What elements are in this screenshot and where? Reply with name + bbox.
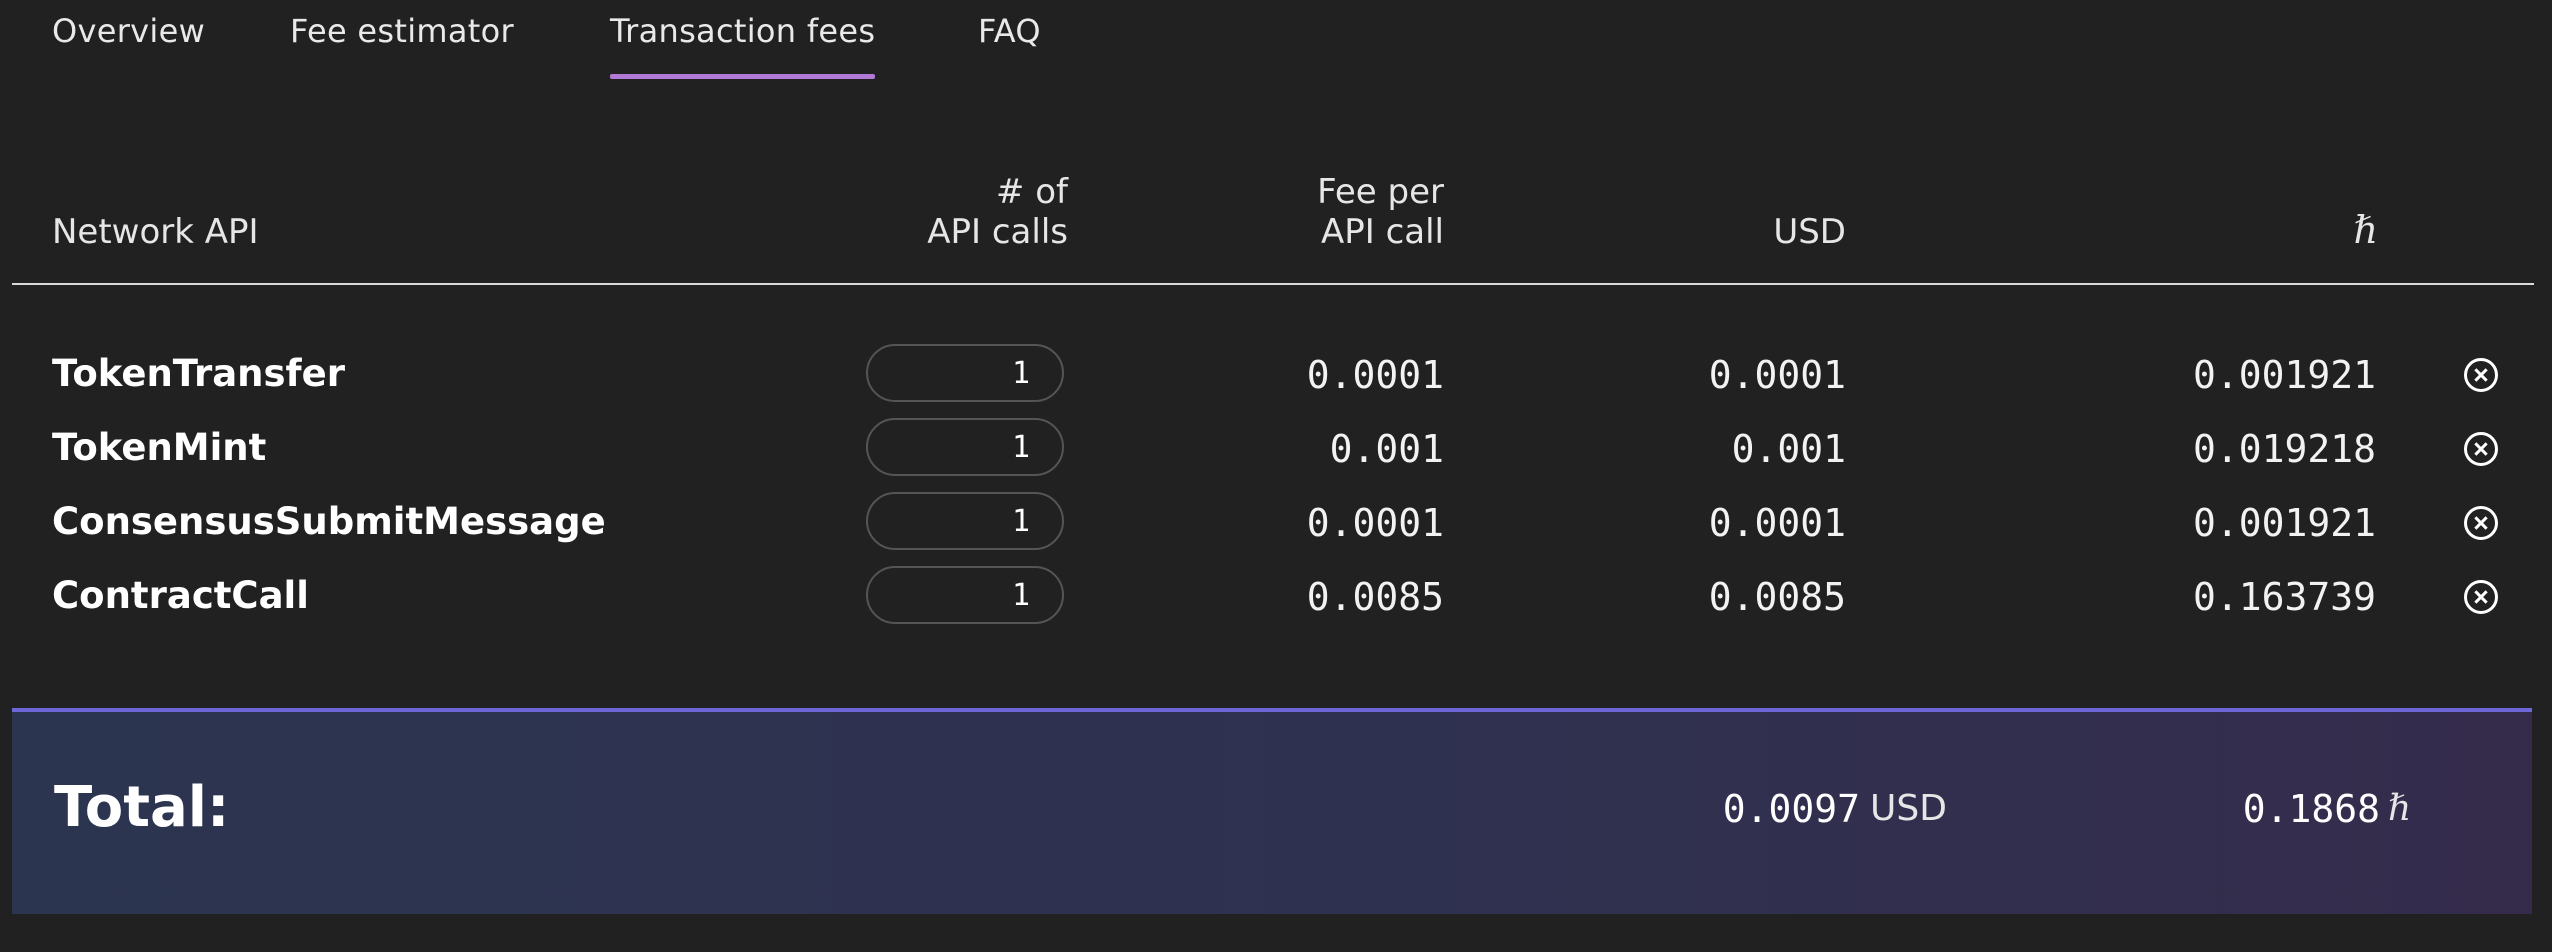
tab-fee-estimator[interactable]: Fee estimator	[290, 12, 514, 50]
hbar-value: 0.001921	[2192, 353, 2376, 397]
total-usd-unit: USD	[1870, 788, 1947, 829]
header-usd: USD	[1773, 212, 1846, 252]
api-name: ContractCall	[52, 574, 309, 617]
table-row: TokenTransfer 0.0001 0.0001 0.001921	[0, 344, 2552, 418]
total-label: Total:	[54, 775, 230, 840]
tab-faq[interactable]: FAQ	[978, 12, 1041, 50]
hbar-value: 0.001921	[2192, 501, 2376, 545]
tab-bar: Overview Fee estimator Transaction fees …	[0, 0, 2552, 90]
header-hbar: ℏ	[2353, 208, 2378, 252]
header-calls-line1: # of	[995, 172, 1068, 212]
tab-overview[interactable]: Overview	[52, 12, 205, 50]
transaction-fees-page: Overview Fee estimator Transaction fees …	[0, 0, 2552, 952]
total-panel: Total: 0.0097 USD 0.1868 ℏ	[12, 708, 2532, 914]
api-name: ConsensusSubmitMessage	[52, 500, 606, 543]
header-calls-line2: API calls	[927, 212, 1068, 252]
fee-per-call: 0.0001	[1306, 353, 1444, 397]
fee-per-call: 0.001	[1329, 427, 1444, 471]
usd-value: 0.001	[1731, 427, 1846, 471]
table-row: ConsensusSubmitMessage 0.0001 0.0001 0.0…	[0, 492, 2552, 566]
remove-row-icon[interactable]	[2464, 580, 2498, 614]
remove-row-icon[interactable]	[2464, 506, 2498, 540]
remove-row-icon[interactable]	[2464, 358, 2498, 392]
calls-input[interactable]	[866, 492, 1064, 550]
total-hbar-unit: ℏ	[2388, 788, 2412, 829]
fee-per-call: 0.0001	[1306, 501, 1444, 545]
table-row: TokenMint 0.001 0.001 0.019218	[0, 418, 2552, 492]
header-network-api: Network API	[52, 212, 259, 252]
api-name: TokenMint	[52, 426, 267, 469]
hbar-value: 0.019218	[2192, 427, 2376, 471]
total-usd-value: 0.0097	[1722, 787, 1860, 831]
usd-value: 0.0001	[1708, 353, 1846, 397]
header-divider	[12, 283, 2534, 285]
remove-row-icon[interactable]	[2464, 432, 2498, 466]
tab-transaction-fees[interactable]: Transaction fees	[610, 12, 876, 79]
usd-value: 0.0001	[1708, 501, 1846, 545]
hbar-value: 0.163739	[2192, 575, 2376, 619]
calls-input[interactable]	[866, 566, 1064, 624]
header-fee-per-call: Fee per API call	[1240, 172, 1444, 252]
calls-input[interactable]	[866, 418, 1064, 476]
header-fee-line1: Fee per	[1317, 172, 1444, 212]
header-calls: # of API calls	[860, 172, 1068, 252]
table-row: ContractCall 0.0085 0.0085 0.163739	[0, 566, 2552, 640]
fee-per-call: 0.0085	[1306, 575, 1444, 619]
total-hbar-value: 0.1868	[2242, 787, 2380, 831]
calls-input[interactable]	[866, 344, 1064, 402]
api-name: TokenTransfer	[52, 352, 345, 395]
usd-value: 0.0085	[1708, 575, 1846, 619]
header-fee-line2: API call	[1320, 212, 1444, 252]
